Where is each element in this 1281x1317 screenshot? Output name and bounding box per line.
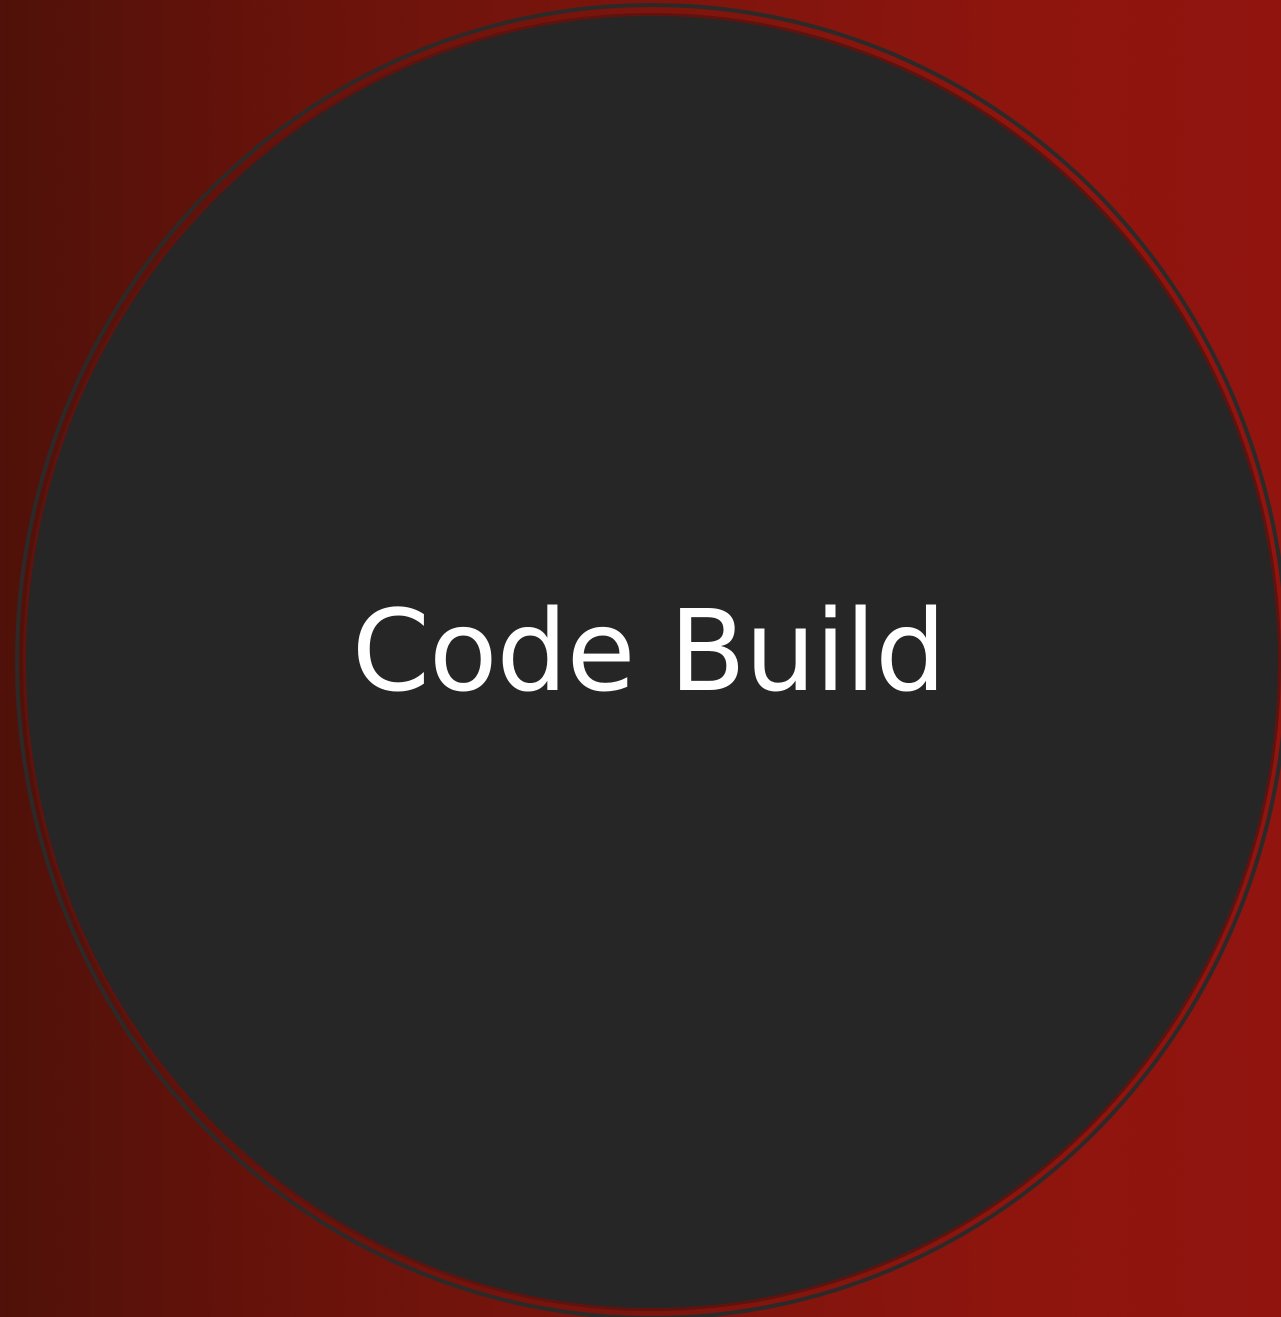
slide-title: Code Build [351,587,946,717]
